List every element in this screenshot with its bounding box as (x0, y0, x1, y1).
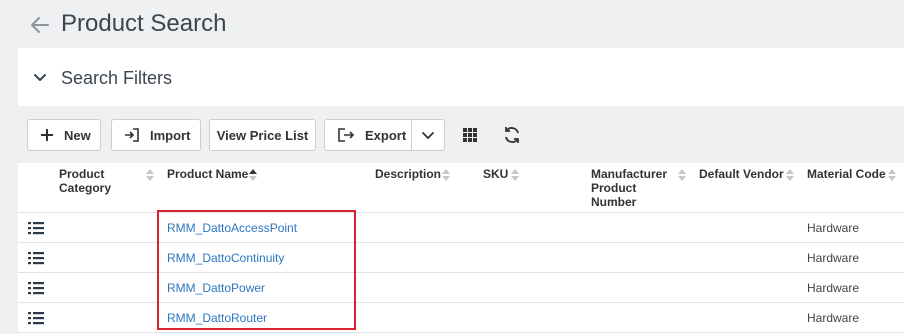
export-icon (338, 128, 355, 142)
sort-icon[interactable] (785, 168, 795, 182)
list-icon[interactable] (27, 250, 45, 266)
sort-icon[interactable] (145, 168, 155, 182)
import-button-label: Import (150, 127, 191, 143)
product-name-link[interactable]: RMM_DattoAccessPoint (167, 221, 297, 235)
material-code-cell: Hardware (807, 251, 860, 265)
material-code-cell: Hardware (807, 221, 860, 235)
table-row[interactable]: RMM_DattoRouter Hardware (18, 303, 904, 333)
table-row[interactable]: RMM_DattoAccessPoint Hardware (18, 213, 904, 243)
new-button-label: New (64, 127, 91, 143)
product-name-link[interactable]: RMM_DattoPower (167, 281, 265, 295)
page-title: Product Search (61, 10, 227, 37)
list-icon[interactable] (27, 280, 45, 296)
product-name-link[interactable]: RMM_DattoRouter (167, 311, 267, 325)
sort-icon[interactable] (510, 168, 520, 182)
column-header-product-category[interactable]: Product Category (59, 167, 119, 195)
sort-icon[interactable] (677, 168, 687, 182)
product-table: Product Category Product Name Descriptio… (18, 163, 904, 334)
view-price-list-label: View Price List (216, 127, 309, 143)
material-code-cell: Hardware (807, 311, 860, 325)
material-code-cell: Hardware (807, 281, 860, 295)
search-filters-title: Search Filters (61, 68, 173, 88)
table-row[interactable]: RMM_DattoContinuity Hardware (18, 243, 904, 273)
plus-icon (41, 129, 53, 141)
column-header-material-code[interactable]: Material Code (807, 167, 886, 181)
chevron-down-icon[interactable] (32, 70, 48, 86)
chevron-down-icon[interactable] (421, 128, 435, 142)
back-arrow-icon[interactable] (28, 13, 52, 37)
export-button[interactable]: Export (324, 119, 445, 151)
list-icon[interactable] (27, 310, 45, 326)
table-header: Product Category Product Name Descriptio… (18, 163, 904, 213)
import-icon (125, 128, 139, 142)
column-header-product-name[interactable]: Product Name (167, 167, 248, 181)
table-row[interactable]: RMM_DattoPower Hardware (18, 273, 904, 303)
product-name-link[interactable]: RMM_DattoContinuity (167, 251, 284, 265)
sort-icon[interactable] (887, 168, 897, 182)
grid-icon[interactable] (460, 125, 480, 145)
sort-ascending-icon[interactable] (248, 168, 258, 182)
search-filters-panel[interactable]: Search Filters (18, 48, 904, 106)
top-bar: Product Search (0, 0, 904, 48)
column-header-default-vendor[interactable]: Default Vendor (699, 167, 784, 181)
import-button[interactable]: Import (111, 119, 201, 151)
view-price-list-button[interactable]: View Price List (209, 119, 316, 151)
sort-icon[interactable] (441, 168, 451, 182)
refresh-icon[interactable] (502, 125, 522, 145)
export-divider (411, 120, 412, 150)
export-button-label: Export (365, 127, 407, 143)
column-header-manufacturer-product-number[interactable]: Manufacturer Product Number (591, 167, 671, 209)
list-icon[interactable] (27, 220, 45, 236)
column-header-sku[interactable]: SKU (483, 167, 508, 181)
new-button[interactable]: New (27, 119, 101, 151)
column-header-description[interactable]: Description (375, 167, 441, 181)
